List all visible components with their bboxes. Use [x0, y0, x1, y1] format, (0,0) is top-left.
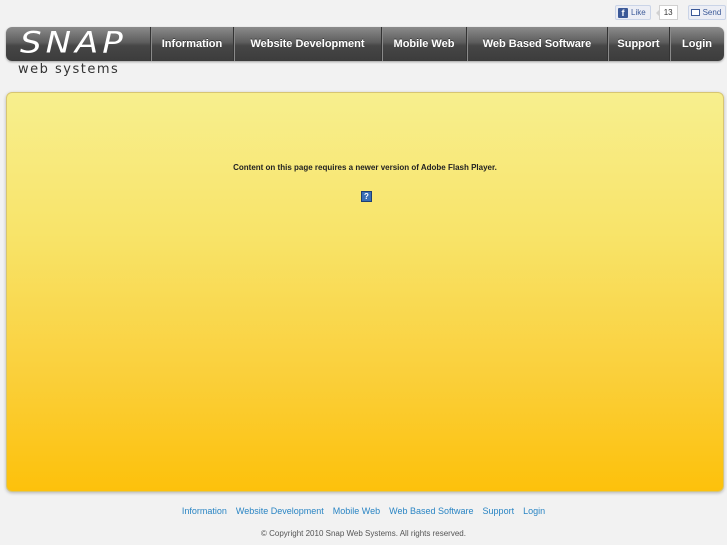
- logo-text: SNAP: [20, 27, 127, 60]
- facebook-send-button[interactable]: Send: [687, 5, 727, 20]
- get-flash-player-icon[interactable]: ?: [361, 191, 372, 202]
- logo[interactable]: SNAP: [6, 27, 150, 61]
- footer-links: Information Website Development Mobile W…: [0, 506, 727, 516]
- send-envelope-icon: [690, 9, 700, 16]
- like-label: Like: [631, 8, 646, 17]
- send-label: Send: [702, 8, 722, 17]
- footer-link-web-based-software[interactable]: Web Based Software: [389, 506, 473, 516]
- footer-link-login[interactable]: Login: [523, 506, 545, 516]
- facebook-social-bar: f Like 13 Send: [615, 5, 727, 20]
- tagline: web systems: [18, 62, 120, 77]
- nav-item-information[interactable]: Information: [150, 27, 233, 61]
- facebook-like-button[interactable]: f Like: [615, 5, 651, 20]
- flash-required-message: Content on this page requires a newer ve…: [233, 163, 497, 172]
- footer-link-website-development[interactable]: Website Development: [236, 506, 324, 516]
- nav-item-web-based-software[interactable]: Web Based Software: [466, 27, 607, 61]
- nav-item-mobile-web[interactable]: Mobile Web: [381, 27, 466, 61]
- copyright-text: © Copyright 2010 Snap Web Systems. All r…: [261, 529, 466, 538]
- footer-link-information[interactable]: Information: [182, 506, 227, 516]
- nav-item-support[interactable]: Support: [607, 27, 669, 61]
- facebook-f-icon: f: [618, 7, 628, 18]
- nav-item-website-development[interactable]: Website Development: [233, 27, 381, 61]
- nav-item-login[interactable]: Login: [669, 27, 724, 61]
- page: f Like 13 Send SNAP Information Website …: [0, 0, 727, 545]
- footer-link-support[interactable]: Support: [483, 506, 515, 516]
- main-navigation: SNAP Information Website Development Mob…: [6, 27, 724, 61]
- footer-link-mobile-web[interactable]: Mobile Web: [333, 506, 380, 516]
- content-panel: Content on this page requires a newer ve…: [6, 92, 724, 492]
- like-count: 13: [655, 5, 678, 20]
